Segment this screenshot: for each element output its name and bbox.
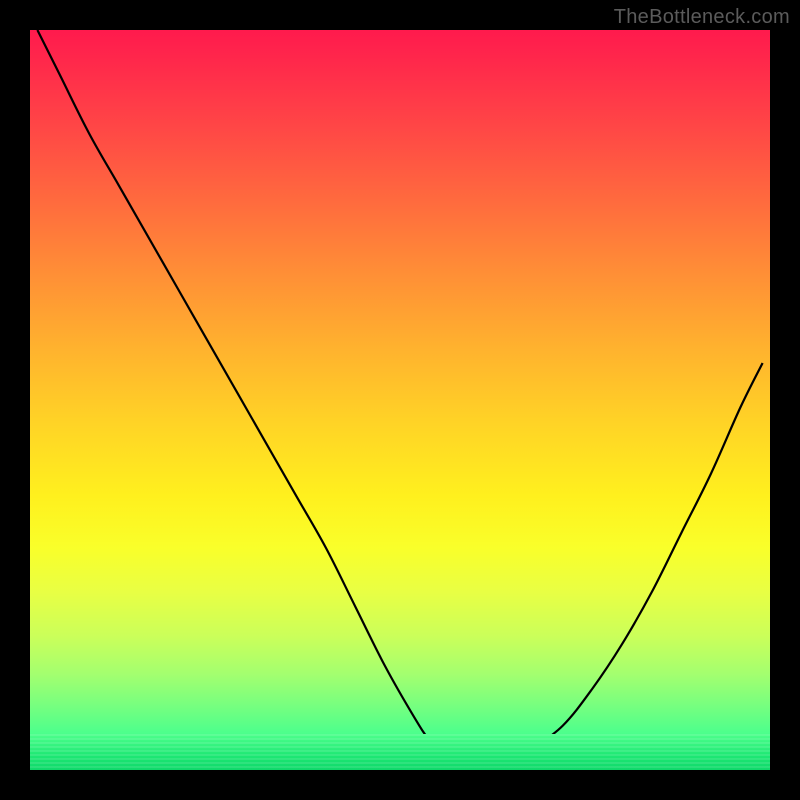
chart-svg bbox=[30, 30, 770, 770]
segment-left-joint bbox=[433, 744, 448, 756]
plot-area bbox=[30, 30, 770, 770]
watermark-label: TheBottleneck.com bbox=[614, 6, 790, 29]
chart-frame: TheBottleneck.com bbox=[0, 0, 800, 800]
segment-right-joint bbox=[515, 745, 528, 756]
curve-left bbox=[37, 30, 444, 755]
series-left-branch bbox=[37, 30, 444, 755]
series-right-joint bbox=[515, 745, 528, 756]
series-right-branch bbox=[518, 363, 762, 755]
series-left-joint bbox=[433, 744, 448, 756]
curve-right bbox=[518, 363, 762, 755]
segment-flat bbox=[444, 756, 518, 761]
series-bottom-flat bbox=[444, 756, 518, 761]
